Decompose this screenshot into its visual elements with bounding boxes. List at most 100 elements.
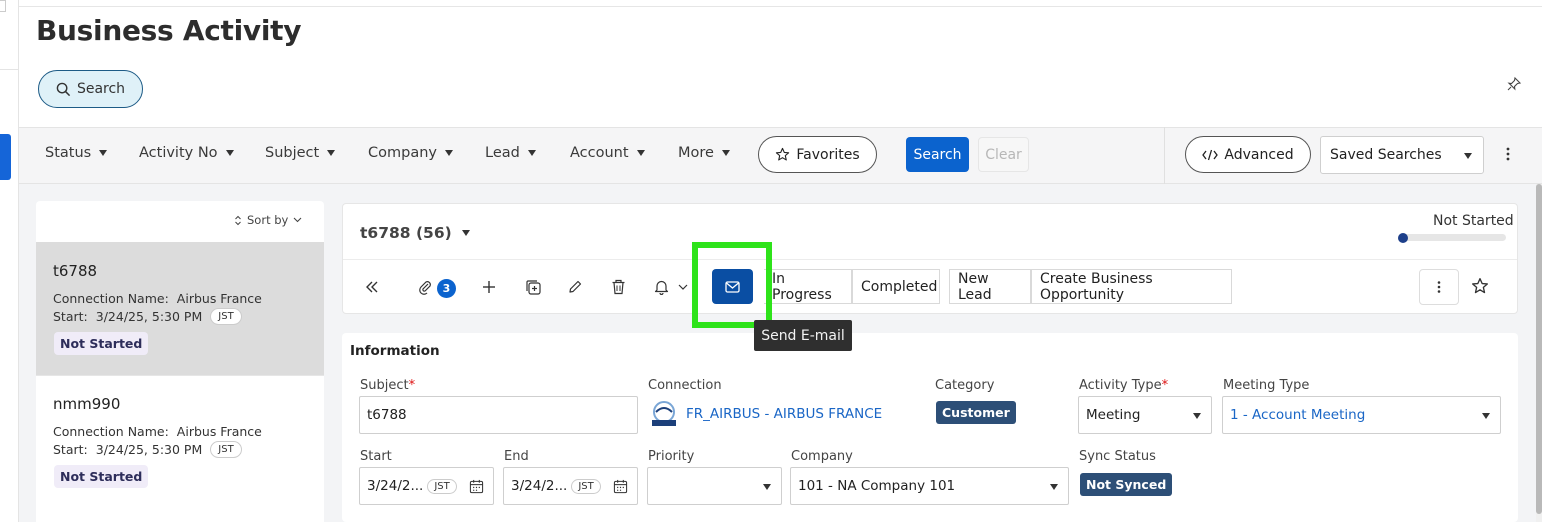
company-select[interactable]: 101 - NA Company 101	[790, 467, 1069, 505]
filter-more[interactable]: More	[678, 145, 730, 161]
in-progress-button[interactable]: In Progress	[764, 269, 852, 304]
connection-value: Airbus France	[176, 291, 262, 306]
sort-by-label: Sort by	[247, 213, 289, 227]
attachments-button[interactable]	[414, 276, 436, 298]
subject-label-text: Subject	[360, 378, 409, 393]
end-date-field[interactable]: 3/24/2... JST	[503, 467, 638, 505]
status-badge: Not Started	[54, 332, 149, 355]
pin-icon[interactable]	[1506, 76, 1522, 92]
caret-down-icon	[636, 150, 645, 156]
sync-status-label: Sync Status	[1079, 449, 1156, 464]
status-progress-marker	[1398, 233, 1408, 243]
filter-account[interactable]: Account	[570, 145, 645, 161]
notification-menu-button[interactable]	[676, 276, 690, 298]
caret-down-icon	[444, 150, 453, 156]
collapse-button[interactable]	[361, 276, 383, 298]
subject-value: t6788	[367, 407, 407, 423]
start-label: Start:	[53, 442, 88, 457]
subject-label: Subject*	[360, 378, 415, 393]
connection-label: Connection	[648, 378, 722, 393]
filter-activity-no[interactable]: Activity No	[139, 145, 234, 161]
favorites-button[interactable]: Favorites	[758, 136, 877, 173]
chevron-down-icon	[678, 284, 688, 290]
start-date-field[interactable]: 3/24/2... JST	[359, 467, 494, 505]
sort-by-button[interactable]: Sort by	[234, 213, 302, 227]
start-value: 3/24/25, 5:30 PM	[95, 309, 203, 324]
status-progress-bar	[1398, 234, 1506, 241]
pencil-icon	[569, 280, 582, 293]
toolbar-divider	[343, 259, 1517, 260]
record-title-selector[interactable]: t6788 (56)	[360, 224, 470, 242]
start-label: Start:	[53, 309, 88, 324]
rail-checkbox[interactable]	[0, 0, 6, 12]
list-item-connection: Connection Name: Airbus France	[53, 291, 262, 306]
favorites-label: Favorites	[796, 146, 860, 163]
filter-status[interactable]: Status	[45, 145, 108, 161]
filter-subject[interactable]: Subject	[265, 145, 336, 161]
record-status: Not Started	[1433, 213, 1514, 229]
advanced-button[interactable]: Advanced	[1185, 136, 1311, 173]
add-button[interactable]	[478, 276, 500, 298]
record-more-button[interactable]	[1419, 269, 1459, 305]
saved-searches-select[interactable]: Saved Searches	[1320, 136, 1484, 174]
start-label: Start	[360, 449, 392, 464]
meeting-type-label: Meeting Type	[1223, 378, 1310, 393]
filter-label: Lead	[485, 145, 520, 161]
priority-label: Priority	[648, 449, 695, 464]
create-opportunity-button[interactable]: Create Business Opportunity	[1031, 269, 1232, 304]
trash-icon	[612, 279, 624, 295]
duplicate-icon	[525, 279, 541, 295]
connection-link[interactable]: FR_AIRBUS - AIRBUS FRANCE	[686, 406, 882, 422]
filter-label: Status	[45, 145, 92, 161]
more-options-icon	[1437, 281, 1441, 293]
required-marker: *	[1161, 378, 1169, 393]
list-item-connection: Connection Name: Airbus France	[53, 424, 262, 439]
new-lead-button[interactable]: New Lead	[949, 269, 1031, 304]
company-value: 101 - NA Company 101	[798, 478, 956, 494]
activity-type-value: Meeting	[1086, 407, 1141, 423]
favorite-star-icon[interactable]	[1471, 277, 1489, 295]
calendar-icon[interactable]	[469, 479, 484, 494]
priority-select[interactable]	[647, 467, 782, 505]
section-title: Information	[350, 343, 440, 359]
filter-label: More	[678, 145, 714, 161]
subject-field[interactable]: t6788	[359, 396, 638, 434]
connection-label: Connection Name:	[53, 424, 169, 439]
copy-button[interactable]	[522, 276, 544, 298]
search-button[interactable]: Search	[906, 137, 969, 172]
content-scrollbar-thumb[interactable]	[1536, 184, 1542, 514]
caret-down-icon	[99, 150, 108, 156]
more-options-icon[interactable]	[1501, 145, 1515, 163]
company-label: Company	[791, 449, 853, 464]
filter-lead[interactable]: Lead	[485, 145, 536, 161]
completed-button[interactable]: Completed	[852, 269, 940, 304]
timezone-tag: JST	[427, 478, 457, 494]
attachment-count-badge: 3	[437, 279, 456, 298]
connection-field[interactable]: FR_AIRBUS - AIRBUS FRANCE	[650, 400, 882, 428]
double-chevron-left-icon	[366, 281, 378, 293]
record-title: t6788 (56)	[360, 224, 452, 242]
list-item-title: nmm990	[53, 395, 121, 413]
delete-button[interactable]	[607, 276, 629, 298]
end-date-value: 3/24/2...	[511, 478, 568, 494]
clear-button[interactable]: Clear	[978, 137, 1029, 172]
filter-company[interactable]: Company	[368, 145, 453, 161]
paperclip-icon	[419, 281, 431, 295]
airbus-logo-icon	[652, 401, 676, 426]
edit-button[interactable]	[564, 276, 586, 298]
star-icon	[776, 147, 790, 161]
timezone-tag: JST	[210, 441, 242, 458]
search-toggle-button[interactable]: Search	[38, 70, 143, 108]
list-item-title: t6788	[53, 262, 98, 280]
calendar-icon[interactable]	[613, 479, 628, 494]
notification-button[interactable]	[650, 276, 672, 298]
activity-type-select[interactable]: Meeting	[1078, 396, 1212, 434]
start-date-value: 3/24/2...	[367, 478, 424, 494]
rail-active-indicator[interactable]	[0, 134, 11, 180]
required-marker: *	[408, 378, 416, 393]
caret-down-icon	[1482, 413, 1490, 419]
plus-icon	[483, 281, 495, 293]
sort-icon	[235, 215, 241, 225]
meeting-type-select[interactable]: 1 - Account Meeting	[1222, 396, 1501, 434]
filter-label: Subject	[265, 145, 320, 161]
